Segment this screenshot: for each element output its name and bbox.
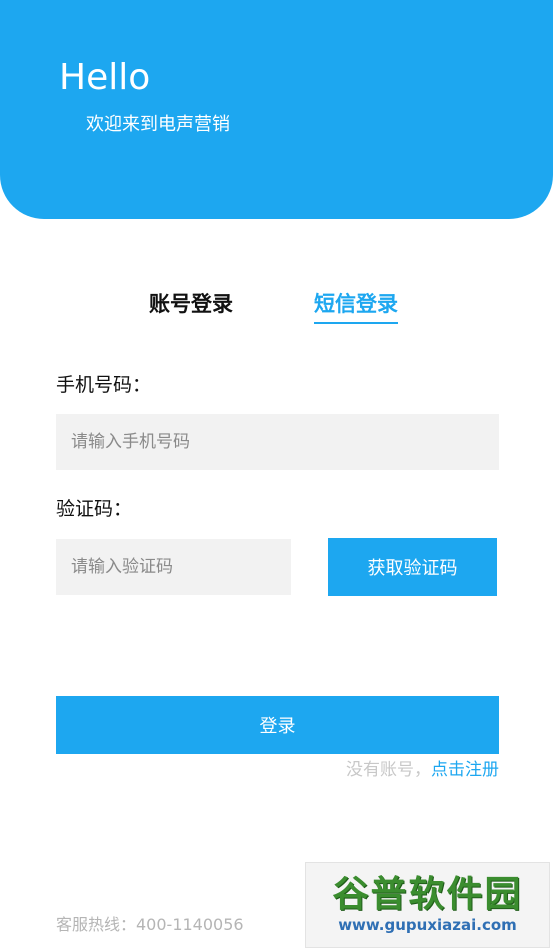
code-label: 验证码：: [56, 498, 133, 520]
no-account-text: 没有账号，: [346, 760, 431, 780]
hotline-text: 客服热线：400-1140056: [56, 915, 244, 934]
tab-account-login[interactable]: 账号登录: [149, 290, 233, 318]
phone-input[interactable]: [56, 414, 499, 470]
login-button[interactable]: 登录: [56, 696, 499, 754]
register-row: 没有账号，点击注册: [346, 758, 499, 782]
get-code-button[interactable]: 获取验证码: [328, 538, 497, 596]
watermark-title: 谷普软件园: [332, 874, 523, 915]
tab-sms-login[interactable]: 短信登录: [314, 290, 398, 324]
code-input[interactable]: [56, 539, 291, 595]
watermark-url: www.gupuxiazai.com: [338, 916, 517, 934]
phone-label: 手机号码：: [56, 374, 152, 396]
header-title: Hello: [59, 57, 151, 98]
register-link[interactable]: 点击注册: [431, 760, 499, 780]
header-banner: Hello 欢迎来到电声营销: [0, 0, 553, 219]
header-subtitle: 欢迎来到电声营销: [86, 114, 230, 135]
watermark-logo: 谷普软件园 www.gupuxiazai.com: [305, 862, 550, 948]
